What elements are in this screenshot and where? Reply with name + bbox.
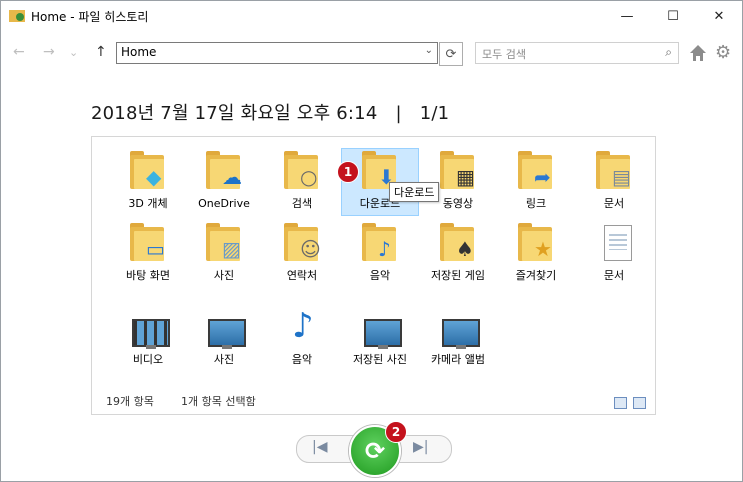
documents-library-icon bbox=[590, 221, 638, 265]
title-bar: Home - 파일 히스토리 — ☐ ✕ bbox=[1, 1, 742, 31]
next-version-button[interactable]: ▶| bbox=[413, 439, 428, 455]
backup-item[interactable]: ▭ 바탕 화면 bbox=[110, 221, 186, 283]
previous-version-button[interactable]: |◀ bbox=[312, 439, 327, 455]
backup-item[interactable]: ☺ 연락처 bbox=[264, 221, 340, 283]
backup-item[interactable]: 비디오 bbox=[110, 305, 186, 367]
backup-item[interactable]: 카메라 앨범 bbox=[420, 305, 496, 367]
backup-item[interactable]: ▨ 사진 bbox=[186, 221, 262, 283]
item-count: 19개 항목 bbox=[106, 395, 154, 408]
file-history-app-icon bbox=[9, 10, 25, 22]
backup-item[interactable]: ◆ 3D 개체 bbox=[110, 149, 186, 211]
backup-item-label: 사진 bbox=[213, 269, 235, 282]
backup-item-label: 검색 bbox=[291, 197, 313, 210]
selection-count: 1개 항목 선택함 bbox=[181, 395, 256, 408]
step-badge-2: 2 bbox=[385, 421, 407, 443]
refresh-button[interactable]: ⟳ bbox=[439, 42, 463, 66]
backup-item-label: 음악 bbox=[291, 353, 313, 366]
search-icon[interactable]: ⌕ bbox=[665, 45, 672, 60]
backup-item[interactable]: ☁ OneDrive bbox=[186, 149, 262, 211]
camera-roll-library-icon bbox=[434, 305, 482, 349]
contacts-folder-icon: ☺ bbox=[278, 221, 326, 265]
recent-locations-icon[interactable]: ⌄ bbox=[69, 46, 78, 59]
backup-date-header: 2018년 7월 17일 화요일 오후 6:14 | 1/1 bbox=[91, 99, 449, 125]
backup-item-label: 저장된 게임 bbox=[430, 269, 486, 282]
favorites-folder-icon: ★ bbox=[512, 221, 560, 265]
back-arrow-icon[interactable]: ← bbox=[13, 44, 25, 60]
backup-item-label: 연락처 bbox=[286, 269, 318, 282]
videos-folder-icon: ▦ bbox=[434, 149, 482, 193]
backup-item-label: 3D 개체 bbox=[128, 197, 168, 210]
home-icon[interactable] bbox=[689, 44, 707, 62]
header-separator: | bbox=[395, 103, 402, 124]
up-arrow-icon[interactable]: ↑ bbox=[95, 44, 107, 60]
3d-objects-folder-icon: ◆ bbox=[124, 149, 172, 193]
maximize-button[interactable]: ☐ bbox=[650, 1, 696, 31]
backup-page-index: 1/1 bbox=[419, 103, 450, 124]
address-dropdown-icon[interactable]: ⌄ bbox=[425, 45, 433, 56]
close-button[interactable]: ✕ bbox=[696, 1, 742, 31]
backup-item-label: 저장된 사진 bbox=[352, 353, 408, 366]
search-placeholder: 모두 검색 bbox=[482, 48, 526, 61]
backup-item[interactable]: ♪ 음악 bbox=[264, 305, 340, 367]
backup-item[interactable]: ♪ 음악 bbox=[342, 221, 418, 283]
backup-item[interactable]: ▤ 문서 bbox=[576, 149, 652, 211]
backup-item[interactable]: 사진 bbox=[186, 305, 262, 367]
details-view-icon[interactable] bbox=[614, 397, 627, 409]
videos-library-icon bbox=[124, 305, 172, 349]
minimize-button[interactable]: — bbox=[604, 1, 650, 31]
backup-item[interactable]: ♠ 저장된 게임 bbox=[420, 221, 496, 283]
pictures-folder-icon: ▨ bbox=[200, 221, 248, 265]
backup-item[interactable]: 저장된 사진 bbox=[342, 305, 418, 367]
backup-item-label: OneDrive bbox=[198, 197, 250, 210]
backup-item-label: 비디오 bbox=[132, 353, 164, 366]
large-icons-view-icon[interactable] bbox=[633, 397, 646, 409]
forward-arrow-icon[interactable]: → bbox=[43, 44, 55, 60]
address-text: Home bbox=[121, 45, 157, 59]
music-folder-icon: ♪ bbox=[356, 221, 404, 265]
window-title: Home - 파일 히스토리 bbox=[31, 10, 149, 24]
pictures-library-icon bbox=[200, 305, 248, 349]
search-folder-icon: ○ bbox=[278, 149, 326, 193]
desktop-folder-icon: ▭ bbox=[124, 221, 172, 265]
item-tooltip: 다운로드 bbox=[389, 182, 440, 202]
backup-item-label: 바탕 화면 bbox=[126, 269, 170, 282]
onedrive-folder-icon: ☁ bbox=[200, 149, 248, 193]
backup-item[interactable]: 문서 bbox=[576, 221, 652, 283]
backup-item-label: 음악 bbox=[369, 269, 391, 282]
address-bar[interactable]: Home ⌄ bbox=[116, 42, 438, 64]
navigation-bar: ← → ⌄ ↑ Home ⌄ ⟳ 모두 검색 ⌕ ⚙ bbox=[1, 38, 742, 70]
gear-icon[interactable]: ⚙ bbox=[715, 42, 731, 63]
backup-date: 2018년 7월 17일 화요일 오후 6:14 bbox=[91, 103, 378, 124]
backup-item-label: 카메라 앨범 bbox=[430, 353, 486, 366]
saved-pictures-library-icon bbox=[356, 305, 404, 349]
music-library-icon: ♪ bbox=[292, 306, 314, 346]
backup-item[interactable]: ○ 검색 bbox=[264, 149, 340, 211]
backup-item-label: 즐겨찾기 bbox=[515, 269, 557, 282]
backup-item-label: 문서 bbox=[603, 269, 625, 282]
backup-item[interactable]: ★ 즐겨찾기 bbox=[498, 221, 574, 283]
backup-item[interactable]: ➦ 링크 bbox=[498, 149, 574, 211]
file-history-window: Home - 파일 히스토리 — ☐ ✕ ← → ⌄ ↑ Home ⌄ ⟳ 모두… bbox=[0, 0, 743, 482]
backup-item-label: 링크 bbox=[525, 197, 547, 210]
step-badge-1: 1 bbox=[337, 161, 359, 183]
view-toggle bbox=[608, 394, 646, 413]
links-folder-icon: ➦ bbox=[512, 149, 560, 193]
backup-item-label: 사진 bbox=[213, 353, 235, 366]
backup-item-label: 문서 bbox=[603, 197, 625, 210]
search-input[interactable]: 모두 검색 ⌕ bbox=[475, 42, 679, 64]
saved-games-folder-icon: ♠ bbox=[434, 221, 482, 265]
documents-folder-icon: ▤ bbox=[590, 149, 638, 193]
